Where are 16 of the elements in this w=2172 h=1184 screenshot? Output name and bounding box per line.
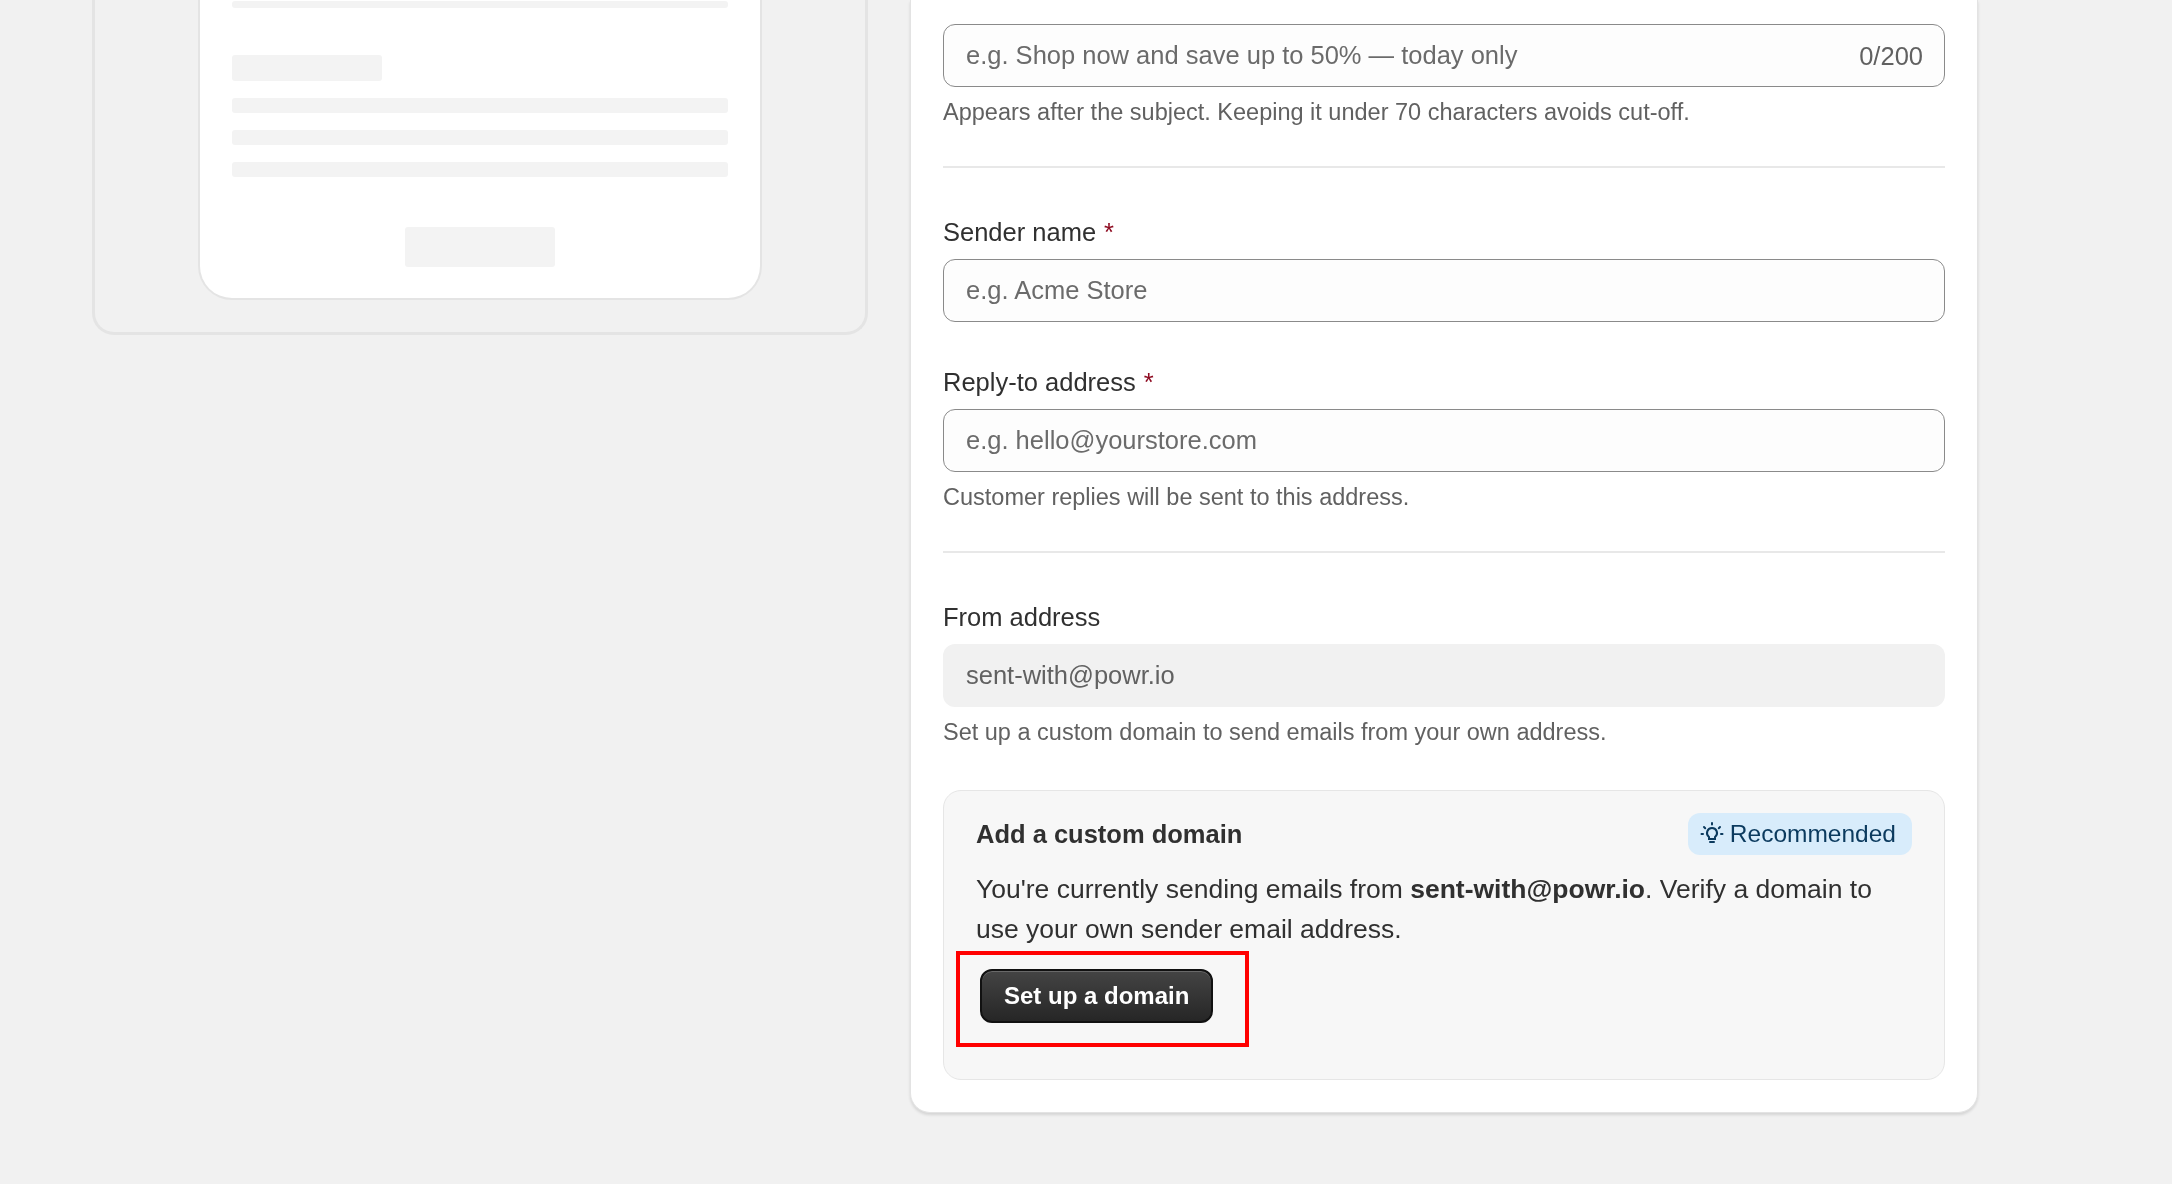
required-mark: * [1143,368,1154,397]
lightbulb-icon [1699,822,1724,846]
required-mark: * [1104,218,1115,247]
text-field[interactable]: e.g. hello@yourstore.com [943,409,1945,472]
field-hint: Set up a custom domain to send emails from your own address. [943,719,1608,746]
field-hint: Appears after the subject. Keeping it under 70 characters avoids cut-off. [943,99,1691,126]
character-counter: 0/200 [1859,41,1923,70]
field-label: Sender name [943,218,1097,247]
field-label: From address [943,603,1101,632]
panel-description: You're currently sending emails from sent-with@powr.io. Verify a domain to use your own sender email address. [976,873,1873,946]
text-field[interactable]: e.g. Acme Store [943,259,1945,322]
field-hint: Customer replies will be sent to this address. [943,484,1411,511]
set-up-domain-button[interactable]: Set up a domain [980,969,1214,1023]
recommended-badge: Recommended [1687,813,1912,855]
panel-title: Add a custom domain [976,819,1243,849]
field-label: Reply-to address [943,368,1136,397]
